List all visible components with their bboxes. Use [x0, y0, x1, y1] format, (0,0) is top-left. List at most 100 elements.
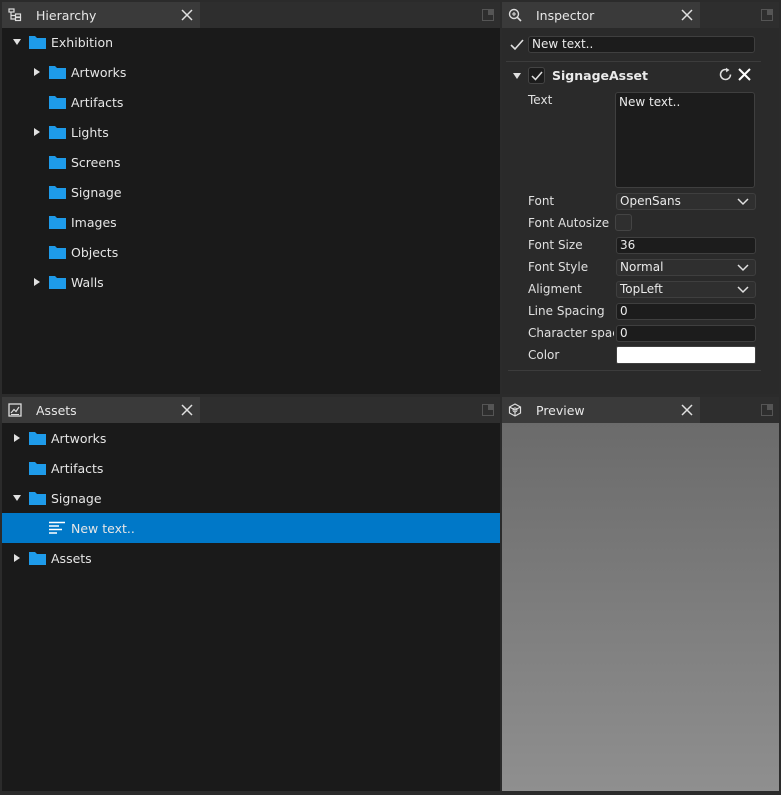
font-size-input[interactable]: 36: [616, 237, 756, 254]
line-spacing-input[interactable]: 0: [616, 303, 756, 320]
tree-item-label: Objects: [71, 244, 119, 260]
tree-item-lights[interactable]: Lights: [2, 117, 500, 147]
maximize-icon[interactable]: [482, 9, 494, 21]
component-enabled-checkbox[interactable]: [528, 67, 545, 84]
collapse-arrow-icon[interactable]: [12, 433, 22, 443]
close-icon[interactable]: [174, 2, 200, 28]
preview-header: Preview: [502, 397, 779, 423]
component-expand-arrow-icon[interactable]: [512, 71, 522, 81]
font-autosize-checkbox[interactable]: [615, 214, 632, 231]
assets-icon: [2, 397, 28, 423]
expand-arrow-icon[interactable]: [12, 37, 22, 47]
tree-item-label: Artworks: [71, 64, 127, 80]
asset-item-artifacts[interactable]: Artifacts: [2, 453, 500, 483]
hierarchy-header: Hierarchy: [2, 2, 500, 28]
asset-item-artworks[interactable]: Artworks: [2, 423, 500, 453]
font-style-dropdown-value: Normal: [620, 260, 664, 274]
tab-hierarchy-label: Hierarchy: [36, 7, 97, 23]
asset-item-label: Signage: [51, 490, 102, 506]
maximize-icon[interactable]: [761, 404, 773, 416]
font-dropdown[interactable]: OpenSans: [616, 193, 756, 210]
collapse-arrow-icon[interactable]: [32, 127, 42, 137]
asset-item-label: New text..: [71, 520, 135, 536]
folder-icon: [49, 276, 66, 289]
font-style-dropdown[interactable]: Normal: [616, 259, 756, 276]
character-spacing-input[interactable]: 0: [616, 325, 756, 342]
color-swatch[interactable]: [616, 346, 756, 364]
collapse-arrow-icon[interactable]: [32, 277, 42, 287]
tree-item-objects[interactable]: Objects: [2, 237, 500, 267]
tab-preview-label: Preview: [536, 402, 585, 418]
folder-icon: [49, 216, 66, 229]
text-textarea[interactable]: New text..: [615, 92, 755, 188]
expand-arrow-icon[interactable]: [12, 493, 22, 503]
tab-preview[interactable]: Preview: [502, 397, 700, 423]
tree-item-signage[interactable]: Signage: [2, 177, 500, 207]
reset-icon[interactable]: [718, 67, 733, 82]
line-spacing-label: Line Spacing: [528, 304, 605, 318]
font-autosize-label: Font Autosize: [528, 216, 610, 230]
collapse-arrow-icon[interactable]: [12, 553, 22, 563]
tab-hierarchy[interactable]: Hierarchy: [2, 2, 200, 28]
hierarchy-panel: Hierarchy Exhibition Artworks Artifacts …: [2, 2, 500, 394]
chevron-down-icon: [737, 264, 749, 272]
alignment-label: Aligment: [528, 282, 582, 296]
tab-assets[interactable]: Assets: [2, 397, 200, 423]
remove-component-icon[interactable]: [738, 68, 751, 81]
inspect-magnifier-icon: [502, 2, 528, 28]
component-title: SignageAsset: [552, 68, 649, 83]
asset-item-label: Artworks: [51, 430, 107, 446]
tree-item-label: Signage: [71, 184, 122, 200]
alignment-dropdown[interactable]: TopLeft: [616, 281, 756, 298]
assets-header: Assets: [2, 397, 500, 423]
tree-item-label: Lights: [71, 124, 109, 140]
tree-item-exhibition[interactable]: Exhibition: [2, 27, 500, 57]
asset-item-label: Artifacts: [51, 460, 104, 476]
tree-item-label: Exhibition: [51, 34, 114, 50]
inspector-panel: Inspector New text.. SignageAsset Text N…: [502, 2, 779, 394]
component-separator: [508, 370, 761, 371]
asset-item-new-text[interactable]: New text..: [2, 513, 500, 543]
folder-icon: [29, 462, 46, 475]
tree-item-label: Images: [71, 214, 117, 230]
maximize-icon[interactable]: [761, 9, 773, 21]
folder-icon: [29, 492, 46, 505]
folder-icon: [29, 432, 46, 445]
tree-item-walls[interactable]: Walls: [2, 267, 500, 297]
checkmark-icon: [509, 38, 524, 50]
preview-cube-icon: [502, 397, 528, 423]
chevron-down-icon: [737, 198, 749, 206]
folder-icon: [49, 246, 66, 259]
asset-item-assets[interactable]: Assets: [2, 543, 500, 573]
hierarchy-icon: [2, 2, 28, 28]
close-icon[interactable]: [174, 397, 200, 423]
text-label: Text: [528, 93, 553, 107]
tree-item-artifacts[interactable]: Artifacts: [2, 87, 500, 117]
tree-item-artworks[interactable]: Artworks: [2, 57, 500, 87]
asset-item-label: Assets: [51, 550, 92, 566]
color-label: Color: [528, 348, 560, 362]
inspector-separator: [506, 61, 761, 62]
inspector-header: Inspector: [502, 2, 779, 28]
preview-viewport[interactable]: [502, 423, 779, 791]
tab-assets-label: Assets: [36, 402, 77, 418]
text-asset-icon: [49, 521, 65, 534]
maximize-icon[interactable]: [482, 404, 494, 416]
folder-icon: [29, 36, 46, 49]
font-style-label: Font Style: [528, 260, 589, 274]
font-size-label: Font Size: [528, 238, 583, 252]
close-icon[interactable]: [674, 2, 700, 28]
close-icon[interactable]: [674, 397, 700, 423]
tree-item-screens[interactable]: Screens: [2, 147, 500, 177]
tab-inspector-label: Inspector: [536, 7, 595, 23]
object-active-checkbox[interactable]: [508, 36, 525, 53]
collapse-arrow-icon[interactable]: [32, 67, 42, 77]
asset-item-signage[interactable]: Signage: [2, 483, 500, 513]
object-name-input[interactable]: New text..: [528, 36, 755, 53]
character-spacing-label: Character spaci: [528, 326, 614, 340]
tab-inspector[interactable]: Inspector: [502, 2, 700, 28]
assets-panel: Assets Artworks Artifacts Signage New te…: [2, 397, 500, 791]
tree-item-label: Artifacts: [71, 94, 124, 110]
tree-item-images[interactable]: Images: [2, 207, 500, 237]
inspector-body: New text.. SignageAsset Text New text.. …: [502, 28, 779, 394]
